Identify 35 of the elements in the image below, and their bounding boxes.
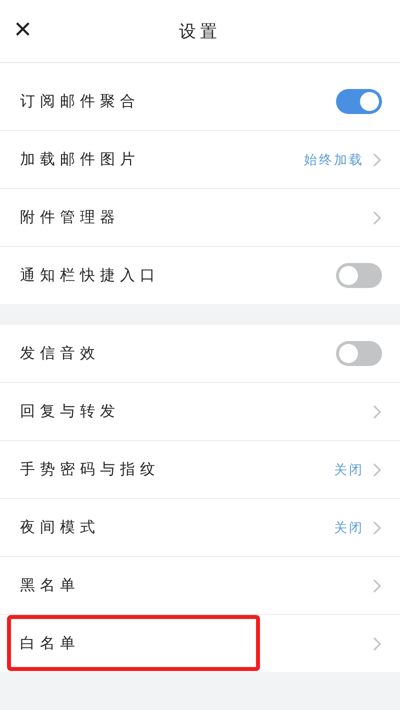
settings-row[interactable]: 白名单 [0,615,400,672]
chevron-icon [372,520,382,536]
row-label: 回复与转发 [20,402,121,421]
row-label: 订阅邮件聚合 [20,92,141,111]
chevron-icon [372,578,382,594]
settings-row[interactable]: 加载邮件图片 始终加载 [0,131,400,189]
toggle-switch[interactable] [336,341,382,366]
page-title: 设置 [179,20,221,42]
row-label: 白名单 [20,634,81,653]
settings-row[interactable]: 手势密码与指纹 关闭 [0,441,400,499]
row-label: 夜间模式 [20,518,101,537]
row-label: 附件管理器 [20,208,121,227]
row-label: 发信音效 [20,344,101,363]
row-label: 黑名单 [20,576,81,595]
row-label: 加载邮件图片 [20,150,141,169]
settings-row[interactable]: 附件管理器 [0,189,400,247]
chevron-icon [372,404,382,420]
settings-row[interactable]: 订阅邮件聚合 [0,73,400,131]
settings-row[interactable]: 通知栏快捷入口 [0,247,400,304]
settings-row[interactable]: 黑名单 [0,557,400,615]
chevron-icon [372,636,382,652]
toggle-switch[interactable] [336,89,382,114]
row-value: 关闭 [334,462,364,478]
chevron-icon [372,152,382,168]
toggle-switch[interactable] [336,263,382,288]
settings-row[interactable]: 发信音效 [0,325,400,383]
settings-row[interactable]: 夜间模式 关闭 [0,499,400,557]
close-button[interactable]: × [12,16,34,44]
chevron-icon [372,462,382,478]
row-label: 手势密码与指纹 [20,460,161,479]
row-value: 关闭 [334,520,364,536]
row-label: 通知栏快捷入口 [20,266,161,285]
settings-row[interactable]: 回复与转发 [0,383,400,441]
row-value: 始终加载 [304,152,364,168]
chevron-icon [372,210,382,226]
